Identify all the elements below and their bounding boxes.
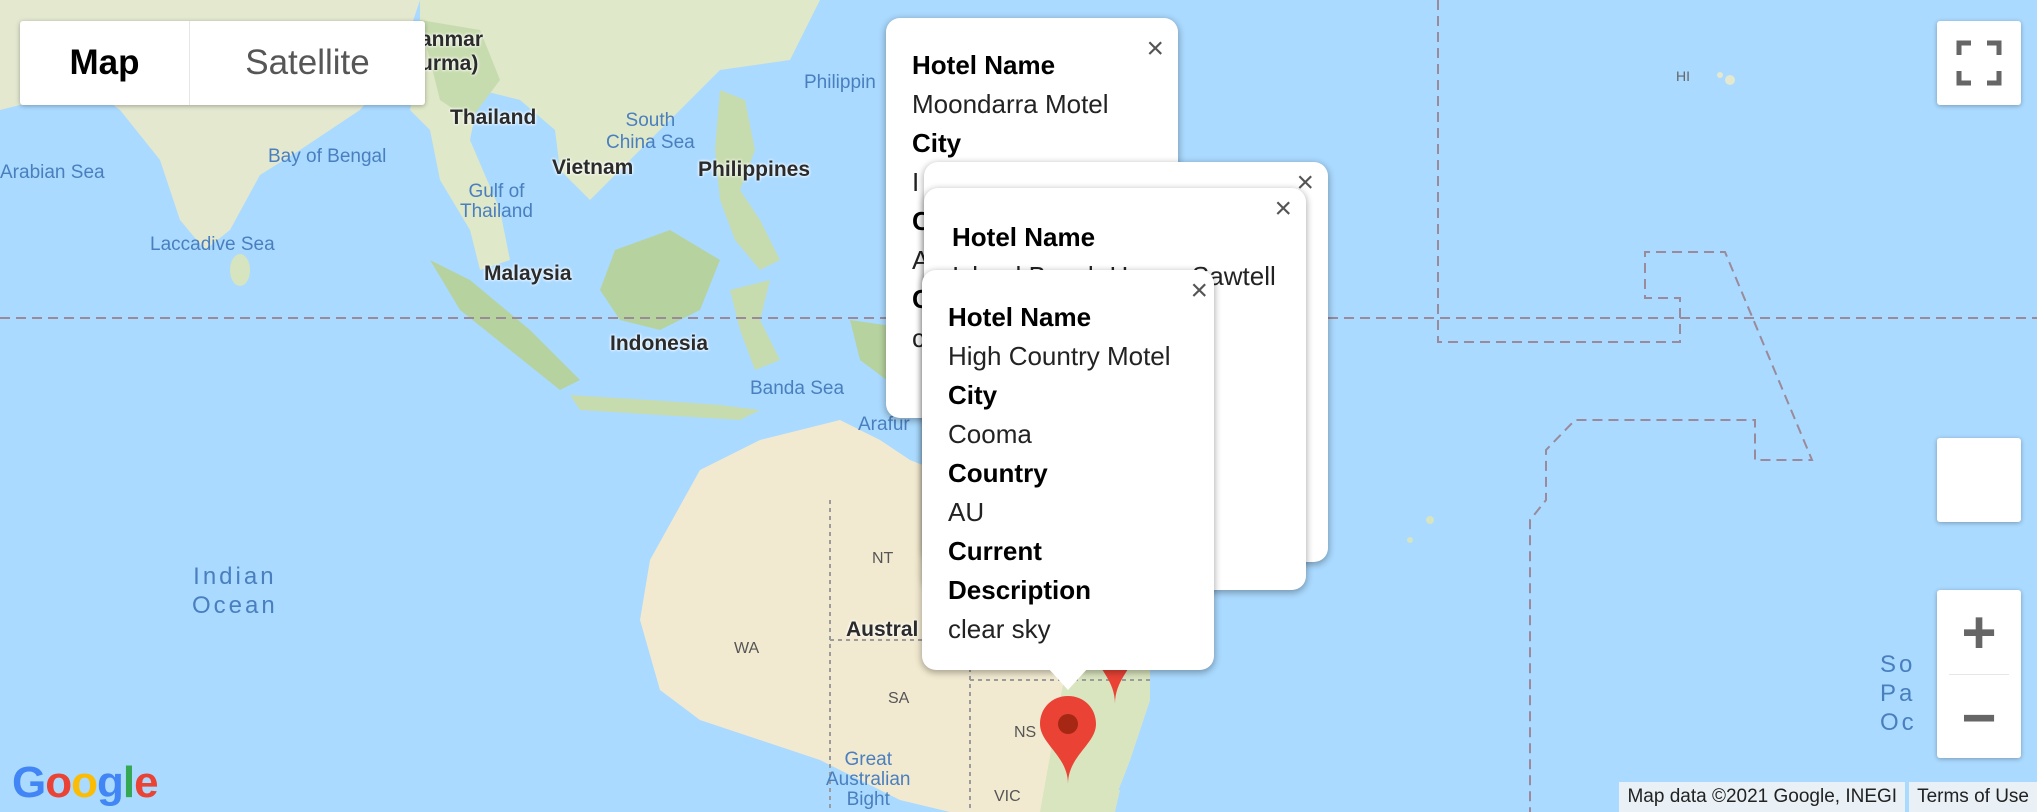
country-value: AU bbox=[948, 497, 985, 527]
zoom-in-button[interactable]: + bbox=[1937, 590, 2021, 674]
hotel-name-value: High Country Motel bbox=[948, 341, 1171, 371]
label-thailand: Thailand bbox=[450, 106, 537, 129]
close-icon[interactable]: × bbox=[1190, 276, 1208, 306]
close-icon[interactable]: × bbox=[1274, 194, 1292, 224]
description-value: clear sky bbox=[948, 614, 1051, 644]
info-window-tail bbox=[1048, 668, 1088, 690]
city-value: Cooma bbox=[948, 419, 1032, 449]
hotel-name-label: Hotel Name bbox=[948, 302, 1092, 332]
city-label: City bbox=[912, 128, 962, 158]
attribution-bar: Map data ©2021 Google, INEGI Terms of Us… bbox=[1619, 782, 2037, 812]
label-great-australian-bight: Great Australian Bight bbox=[826, 749, 911, 810]
google-logo: Google bbox=[12, 758, 159, 807]
pegman-control[interactable] bbox=[1937, 438, 2021, 522]
label-indonesia: Indonesia bbox=[610, 332, 709, 355]
label-australia: Austral bbox=[846, 618, 919, 641]
map-marker-cooma[interactable] bbox=[1040, 696, 1096, 784]
map-type-control: Map Satellite bbox=[20, 21, 425, 105]
label-hawaii: HI bbox=[1676, 68, 1690, 84]
map-type-map-button[interactable]: Map bbox=[20, 21, 190, 105]
label-bay-of-bengal: Bay of Bengal bbox=[268, 146, 387, 167]
fullscreen-icon bbox=[1956, 40, 2002, 86]
fullscreen-button[interactable] bbox=[1937, 21, 2021, 105]
hotel-name-label: Hotel Name bbox=[952, 222, 1096, 252]
map-type-satellite-button[interactable]: Satellite bbox=[190, 21, 425, 105]
label-gulf-of-thailand: Gulf of Thailand bbox=[460, 181, 533, 222]
label-nsw: NS bbox=[1014, 724, 1037, 741]
label-arabian-sea: Arabian Sea bbox=[0, 162, 105, 183]
label-wa: WA bbox=[734, 640, 760, 657]
country-label: Country bbox=[948, 458, 1048, 488]
zoom-out-button[interactable]: − bbox=[1937, 675, 2021, 759]
label-vic: VIC bbox=[994, 788, 1021, 805]
label-laccadive-sea: Laccadive Sea bbox=[150, 234, 275, 255]
label-nt: NT bbox=[872, 550, 894, 567]
terms-of-use-link[interactable]: Terms of Use bbox=[1909, 782, 2037, 812]
city-label: City bbox=[948, 380, 998, 410]
label-philippine-sea: Philippin bbox=[804, 72, 876, 93]
label-vietnam: Vietnam bbox=[552, 156, 634, 179]
label-malaysia: Malaysia bbox=[484, 262, 572, 285]
hotel-name-label: Hotel Name bbox=[912, 50, 1056, 80]
close-icon[interactable]: × bbox=[1146, 34, 1164, 64]
label-myanmar: anmar urma) bbox=[420, 28, 484, 75]
info-window-high-country: × Hotel Name High Country Motel City Coo… bbox=[922, 270, 1214, 670]
label-south-pacific-ocean: So Pa Oc bbox=[1880, 651, 1917, 736]
label-philippines: Philippines bbox=[698, 158, 811, 181]
hotel-name-value: Moondarra Motel bbox=[912, 89, 1109, 119]
zoom-control: + − bbox=[1937, 590, 2021, 758]
map-data-attribution[interactable]: Map data ©2021 Google, INEGI bbox=[1619, 782, 1906, 812]
label-indian-ocean: Indian Ocean bbox=[192, 563, 278, 619]
label-sa: SA bbox=[888, 690, 910, 707]
description-label: Current Description bbox=[948, 536, 1092, 605]
label-south-china-sea: South China Sea bbox=[606, 110, 695, 153]
label-banda-sea: Banda Sea bbox=[750, 378, 845, 399]
